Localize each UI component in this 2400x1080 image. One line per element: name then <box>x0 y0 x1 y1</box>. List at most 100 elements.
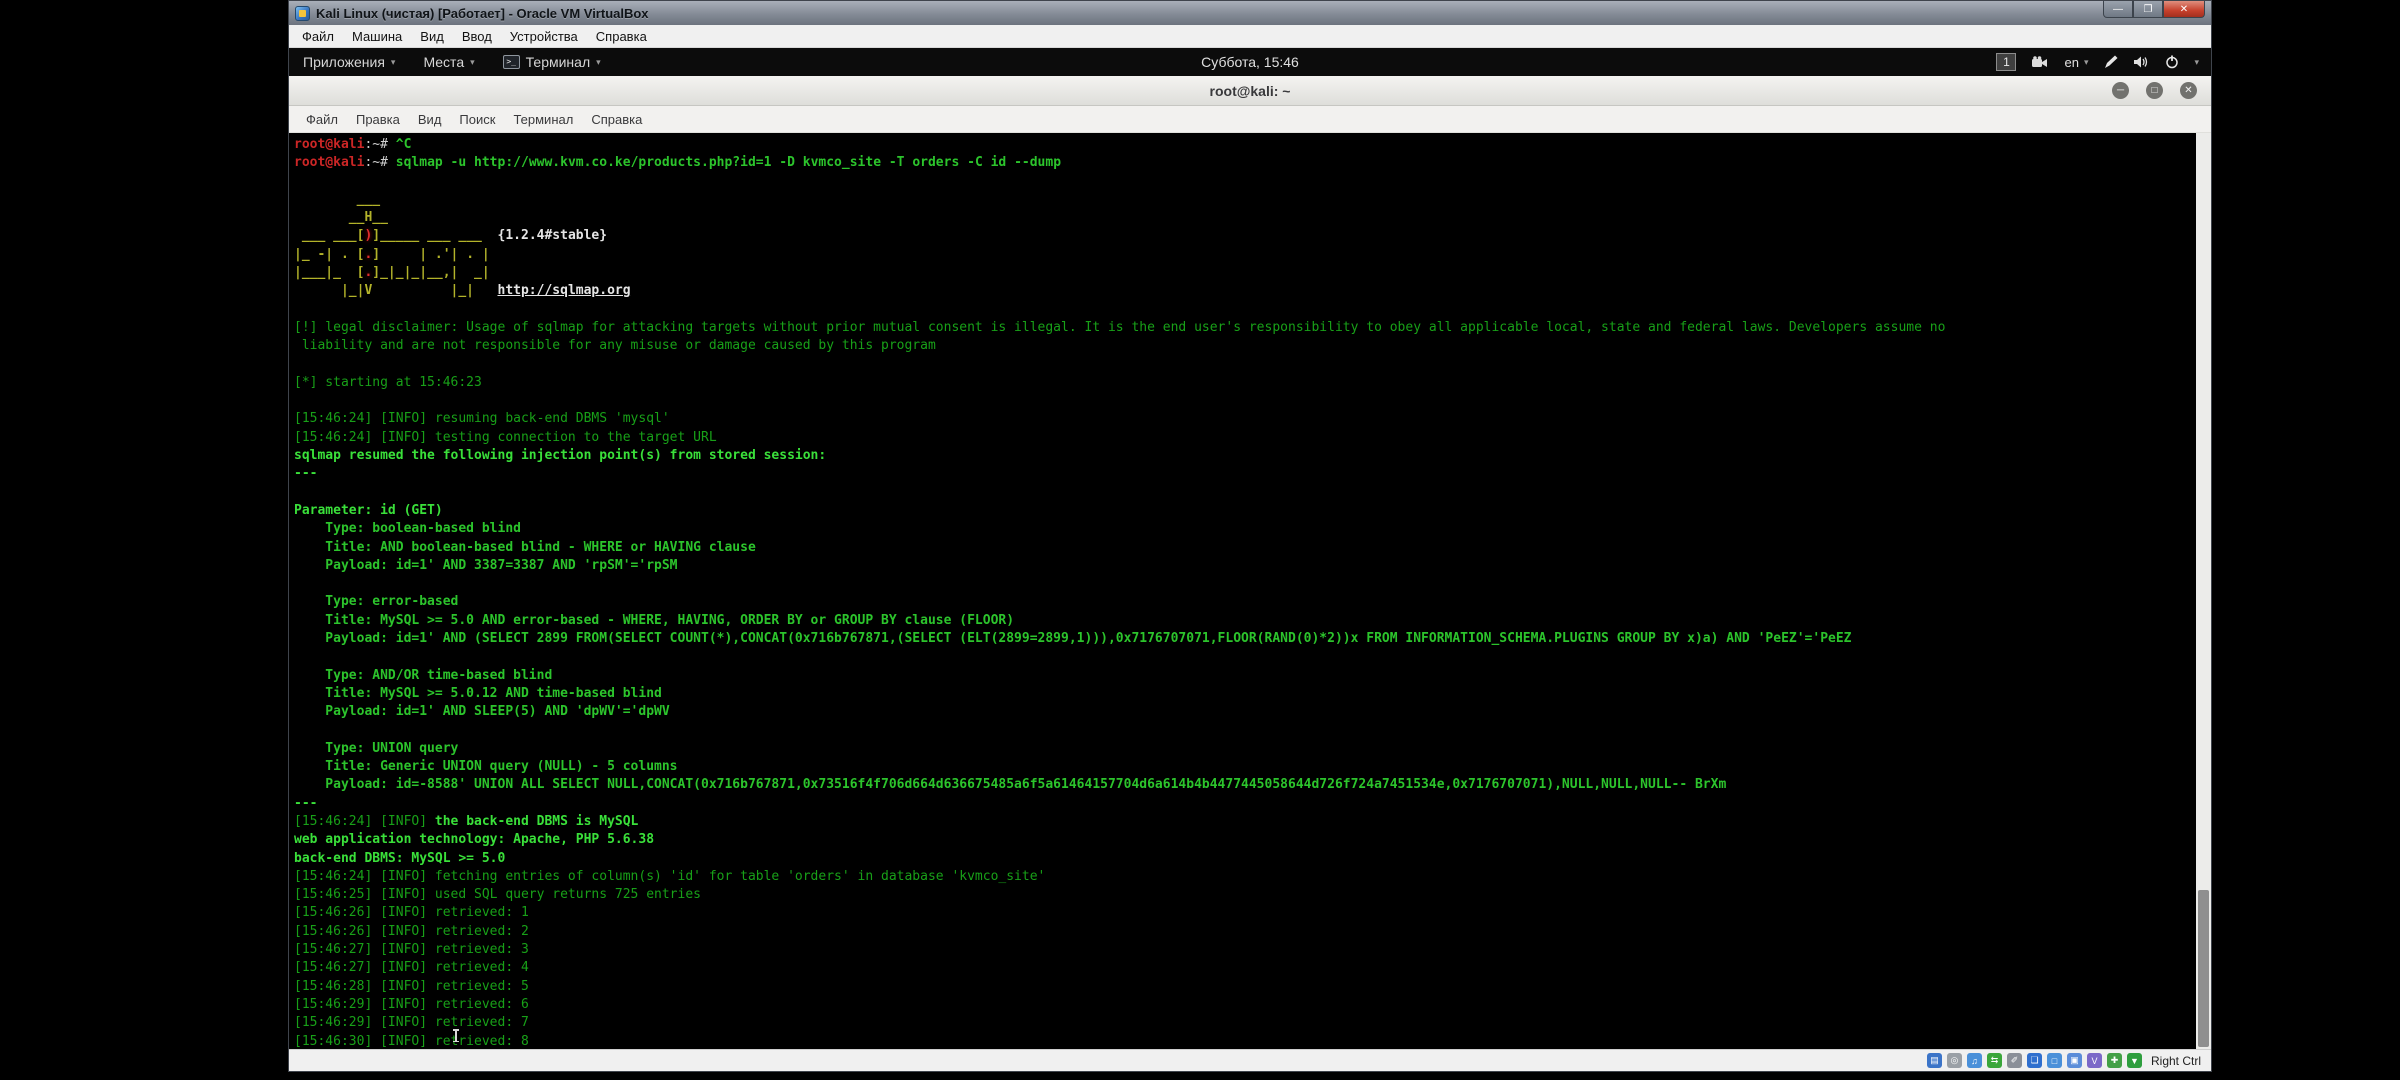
screen-recorder-icon[interactable] <box>2031 56 2049 69</box>
vbox-menu-file[interactable]: Файл <box>293 26 343 47</box>
terminal-line: root@kali:~# ^C <box>294 136 2193 154</box>
guest-screen: Приложения ▾ Места ▾ >_ Терминал ▾ Суббо… <box>289 48 2211 1049</box>
terminal-line: ___ ___[)]_____ ___ ___ {1.2.4#stable} <box>294 227 2193 245</box>
terminal-menu-edit[interactable]: Правка <box>347 108 409 131</box>
panel-chevron-down-icon[interactable]: ▾ <box>2194 57 2199 68</box>
display-icon[interactable]: □ <box>2047 1053 2062 1068</box>
vbox-menu-view[interactable]: Вид <box>411 26 453 47</box>
vbox-restore-button[interactable]: ❐ <box>2133 1 2163 18</box>
optical-disc-icon[interactable]: ◎ <box>1947 1053 1962 1068</box>
terminal-close-button[interactable]: ✕ <box>2180 82 2197 99</box>
terminal-line: [15:46:27] [INFO] retrieved: 3 <box>294 941 2193 959</box>
terminal-line <box>294 575 2193 593</box>
terminal-line: --- <box>294 795 2193 813</box>
vbox-menu-help[interactable]: Справка <box>587 26 656 47</box>
terminal-line: [15:46:26] [INFO] retrieved: 2 <box>294 923 2193 941</box>
terminal-line <box>294 356 2193 374</box>
workspace-indicator[interactable]: 1 <box>1996 53 2016 71</box>
terminal-line: Type: UNION query <box>294 740 2193 758</box>
places-label: Места <box>423 54 464 70</box>
usb-icon[interactable]: ✐ <box>2007 1053 2022 1068</box>
terminal-line: root@kali:~# sqlmap -u http://www.kvm.co… <box>294 154 2193 172</box>
terminal-line: [15:46:24] [INFO] resuming back-end DBMS… <box>294 410 2193 428</box>
terminal-titlebar[interactable]: root@kali: ~ ─ □ ✕ <box>289 76 2211 106</box>
terminal-line: |_|V |_| http://sqlmap.org <box>294 282 2193 300</box>
host-key-label: Right Ctrl <box>2151 1054 2201 1068</box>
vbox-titlebar[interactable]: Kali Linux (чистая) [Работает] - Oracle … <box>289 1 2211 25</box>
terminal-line <box>294 722 2193 740</box>
vbox-menu-input[interactable]: Ввод <box>453 26 501 47</box>
vbox-menubar: Файл Машина Вид Ввод Устройства Справка <box>289 25 2211 48</box>
terminal-icon: >_ <box>503 55 520 69</box>
text-cursor <box>455 1029 457 1042</box>
vbox-menu-devices[interactable]: Устройства <box>501 26 587 47</box>
vbox-menu-machine[interactable]: Машина <box>343 26 411 47</box>
chevron-down-icon: ▾ <box>596 57 601 68</box>
features-icon[interactable]: V <box>2087 1053 2102 1068</box>
keyboard-layout-indicator[interactable]: en ▾ <box>2064 55 2088 70</box>
applications-menu[interactable]: Приложения ▾ <box>303 54 395 70</box>
terminal-output: root@kali:~# ^Croot@kali:~# sqlmap -u ht… <box>294 136 2193 1049</box>
terminal-line <box>294 392 2193 410</box>
terminal-line: [15:46:27] [INFO] retrieved: 4 <box>294 959 2193 977</box>
vbox-status-icons: ▤ ◎ ♫ ⇆ ✐ ❏ □ ▣ V ✚ ▼ <box>1927 1053 2142 1068</box>
terminal-line: Type: error-based <box>294 593 2193 611</box>
terminal-line: --- <box>294 465 2193 483</box>
terminal-line: [15:46:25] [INFO] used SQL query returns… <box>294 886 2193 904</box>
terminal-menu-search[interactable]: Поиск <box>450 108 504 131</box>
terminal-line: [15:46:24] [INFO] fetching entries of co… <box>294 868 2193 886</box>
virtualbox-app-icon <box>295 6 310 21</box>
audio-icon[interactable]: ♫ <box>1967 1053 1982 1068</box>
terminal-scrollbar-thumb[interactable] <box>2198 890 2209 1047</box>
keyboard-capture-icon[interactable]: ▼ <box>2127 1053 2142 1068</box>
terminal-minimize-button[interactable]: ─ <box>2112 82 2129 99</box>
terminal-line: Type: boolean-based blind <box>294 520 2193 538</box>
terminal-line: Title: MySQL >= 5.0 AND error-based - WH… <box>294 612 2193 630</box>
terminal-menubar: Файл Правка Вид Поиск Терминал Справка <box>289 106 2211 133</box>
terminal-content[interactable]: root@kali:~# ^Croot@kali:~# sqlmap -u ht… <box>289 133 2211 1049</box>
terminal-menu-terminal[interactable]: Терминал <box>504 108 582 131</box>
pen-tablet-icon[interactable] <box>2103 55 2118 70</box>
terminal-line: sqlmap resumed the following injection p… <box>294 447 2193 465</box>
terminal-line: Title: Generic UNION query (NULL) - 5 co… <box>294 758 2193 776</box>
power-icon[interactable] <box>2165 55 2179 69</box>
terminal-line: Type: AND/OR time-based blind <box>294 667 2193 685</box>
terminal-line: Payload: id=1' AND (SELECT 2899 FROM(SEL… <box>294 630 2193 648</box>
terminal-line: [!] legal disclaimer: Usage of sqlmap fo… <box>294 319 2193 337</box>
vbox-minimize-button[interactable]: — <box>2103 1 2133 18</box>
terminal-menu-view[interactable]: Вид <box>409 108 451 131</box>
terminal-maximize-button[interactable]: □ <box>2146 82 2163 99</box>
terminal-line: [15:46:26] [INFO] retrieved: 1 <box>294 904 2193 922</box>
terminal-line: back-end DBMS: MySQL >= 5.0 <box>294 850 2193 868</box>
hdd-icon[interactable]: ▤ <box>1927 1053 1942 1068</box>
chevron-down-icon: ▾ <box>470 57 475 68</box>
terminal-line: liability and are not responsible for an… <box>294 337 2193 355</box>
terminal-line: [15:46:29] [INFO] retrieved: 6 <box>294 996 2193 1014</box>
terminal-line: web application technology: Apache, PHP … <box>294 831 2193 849</box>
chevron-down-icon: ▾ <box>391 57 396 68</box>
terminal-menu-file[interactable]: Файл <box>297 108 347 131</box>
terminal-line: Title: MySQL >= 5.0.12 AND time-based bl… <box>294 685 2193 703</box>
terminal-line: Payload: id=1' AND 3387=3387 AND 'rpSM'=… <box>294 557 2193 575</box>
panel-clock[interactable]: Суббота, 15:46 <box>1201 54 1299 70</box>
terminal-menu-help[interactable]: Справка <box>582 108 651 131</box>
terminal-line: |_ -| . [.] | .'| . | <box>294 246 2193 264</box>
terminal-line: __H__ <box>294 209 2193 227</box>
terminal-line: Parameter: id (GET) <box>294 502 2193 520</box>
terminal-app-menu[interactable]: >_ Терминал ▾ <box>503 54 601 70</box>
shared-folders-icon[interactable]: ❏ <box>2027 1053 2042 1068</box>
mouse-integration-icon[interactable]: ✚ <box>2107 1053 2122 1068</box>
places-menu[interactable]: Места ▾ <box>423 54 474 70</box>
virtualbox-window: Kali Linux (чистая) [Работает] - Oracle … <box>288 0 2212 1072</box>
terminal-line: Title: AND boolean-based blind - WHERE o… <box>294 539 2193 557</box>
kali-top-panel: Приложения ▾ Места ▾ >_ Терминал ▾ Суббо… <box>289 48 2211 76</box>
terminal-scrollbar[interactable] <box>2196 133 2211 1049</box>
volume-icon[interactable] <box>2133 55 2150 69</box>
vbox-window-controls: — ❐ ✕ <box>2103 1 2205 18</box>
network-icon[interactable]: ⇆ <box>1987 1053 2002 1068</box>
terminal-line <box>294 301 2193 319</box>
terminal-line <box>294 173 2193 191</box>
recording-icon[interactable]: ▣ <box>2067 1053 2082 1068</box>
vbox-close-button[interactable]: ✕ <box>2163 1 2205 18</box>
terminal-line: [*] starting at 15:46:23 <box>294 374 2193 392</box>
